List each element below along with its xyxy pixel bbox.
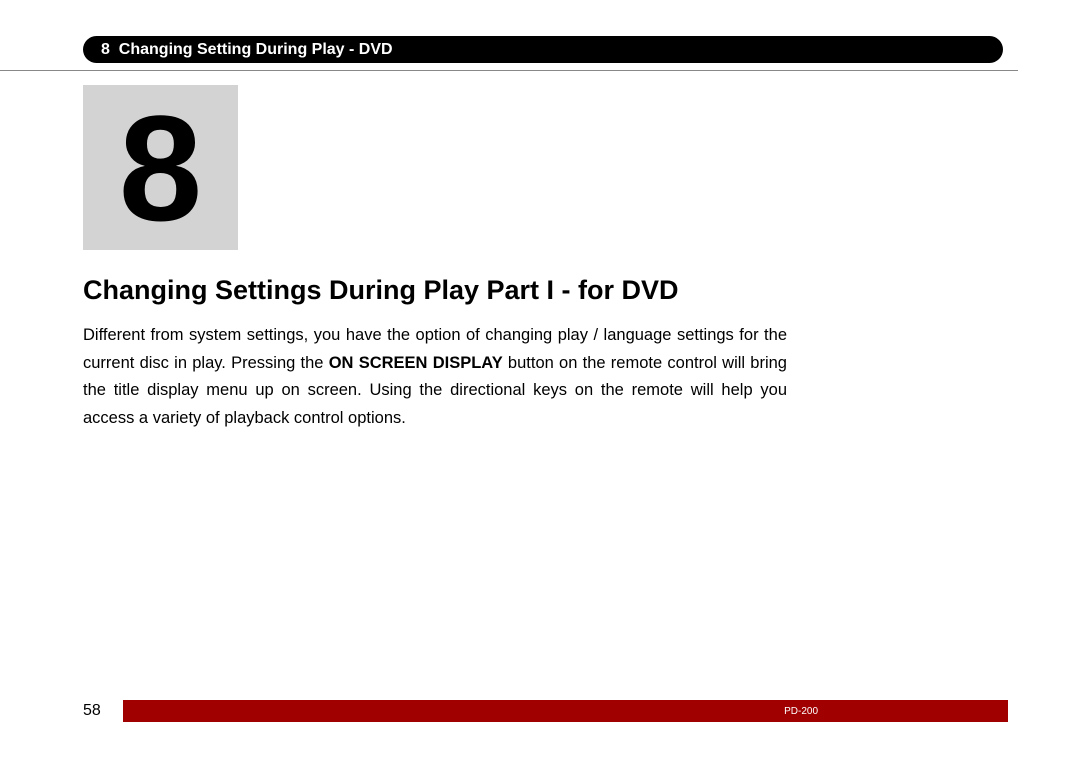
section-number: 8 <box>101 41 110 58</box>
footer-red-bar: PD-200 <box>123 700 1008 722</box>
section-header-pill: 8 Changing Setting During Play - DVD <box>83 36 1003 63</box>
section-header-text: 8 Changing Setting During Play - DVD <box>101 41 393 59</box>
header-rule <box>0 70 1018 71</box>
body-paragraph: Different from system settings, you have… <box>83 322 787 433</box>
footer-model: PD-200 <box>784 706 818 717</box>
page-number: 58 <box>83 702 123 720</box>
footer-bar: 58 PD-200 <box>83 700 1008 722</box>
main-heading: Changing Settings During Play Part I - f… <box>83 275 679 306</box>
chapter-number-box: 8 <box>83 85 238 250</box>
body-bold: ON SCREEN DISPLAY <box>329 354 503 372</box>
chapter-number: 8 <box>119 93 202 243</box>
section-title: Changing Setting During Play - DVD <box>119 41 393 58</box>
